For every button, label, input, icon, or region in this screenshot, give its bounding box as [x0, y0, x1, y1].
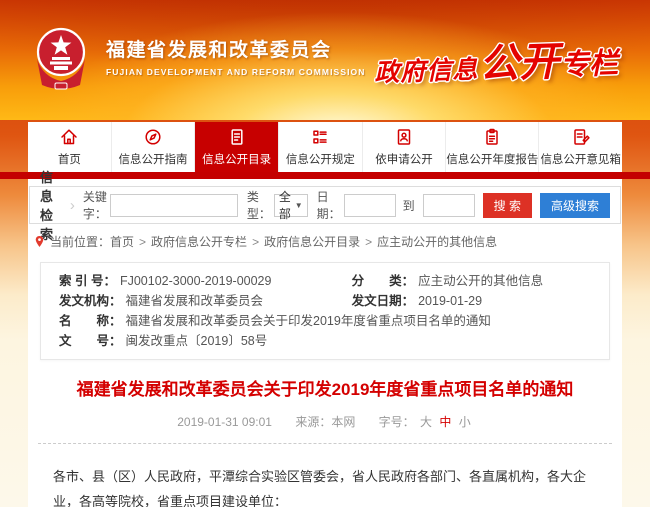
- search-button[interactable]: 搜 索: [483, 193, 532, 218]
- banner-part1: 政府信息: [374, 50, 479, 90]
- doc-name-label: 名 称：: [59, 311, 122, 331]
- nav-item-label: 信息公开规定: [286, 151, 355, 167]
- article-source: 来源：本网: [295, 415, 355, 429]
- banner-part2: 公开: [478, 29, 560, 90]
- type-select-value: 全部: [279, 188, 295, 222]
- breadcrumb-separator: >: [252, 235, 259, 249]
- nav-item-label: 信息公开年度报告: [446, 151, 538, 167]
- breadcrumb-gov-info-column[interactable]: 政府信息公开专栏: [151, 233, 247, 250]
- issue-date-label: 发文日期：: [352, 291, 415, 311]
- breadcrumb-separator: >: [365, 235, 372, 249]
- compass-icon: [143, 127, 163, 147]
- nav-item-label: 依申请公开: [375, 151, 433, 167]
- nav-item-label: 信息公开指南: [119, 151, 188, 167]
- doc-number-value: 闽发改重点〔2019〕58号: [126, 331, 268, 351]
- nav-item-guide[interactable]: 信息公开指南: [112, 122, 196, 172]
- advanced-search-button[interactable]: 高级搜索: [540, 193, 610, 218]
- fontsize-label: 字号：: [379, 415, 415, 429]
- nav-item-label: 信息公开目录: [202, 151, 271, 167]
- nav-item-label: 首页: [58, 151, 81, 167]
- article-meta-line: 2019-01-31 09:01 来源：本网 字号： 大 中 小: [28, 413, 622, 430]
- site-brand: 福建省发展和改革委员会 FUJIAN DEVELOPMENT AND REFOR…: [106, 35, 366, 77]
- meta-row: 发文机构： 福建省发展和改革委员会 发文日期： 2019-01-29: [59, 291, 591, 311]
- date-label: 日期：: [317, 188, 341, 222]
- keyword-label: 关键字：: [83, 188, 107, 222]
- chevron-right-icon: ›: [70, 197, 75, 214]
- home-icon: [59, 127, 79, 147]
- article-body: 各市、县（区）人民政府，平潭综合实验区管委会，省人民政府各部门、各直属机构，各大…: [28, 444, 622, 507]
- fontsize-medium-button[interactable]: 中: [439, 415, 451, 429]
- nav-item-home[interactable]: 首页: [28, 122, 112, 172]
- fontsize-control: 字号： 大 中 小: [379, 415, 473, 429]
- list-icon: [310, 127, 330, 147]
- date-to-input[interactable]: [423, 194, 475, 217]
- breadcrumb-catalog[interactable]: 政府信息公开目录: [264, 233, 360, 250]
- gov-info-disclosure-banner: 政府信息 公开 专栏: [373, 27, 619, 93]
- mailbox-icon: [571, 127, 591, 147]
- index-number-label: 索 引 号：: [59, 271, 116, 291]
- report-icon: [482, 127, 502, 147]
- keyword-input[interactable]: [110, 194, 238, 217]
- breadcrumb-separator: >: [139, 235, 146, 249]
- fontsize-large-button[interactable]: 大: [420, 415, 432, 429]
- meta-row: 名 称： 福建省发展和改革委员会关于印发2019年度省重点项目名单的通知: [59, 311, 591, 331]
- category-value: 应主动公开的其他信息: [418, 271, 543, 291]
- issue-date-value: 2019-01-29: [418, 291, 482, 311]
- article-title: 福建省发展和改革委员会关于印发2019年度省重点项目名单的通知: [28, 375, 622, 400]
- nav-item-apply[interactable]: 依申请公开: [363, 122, 447, 172]
- document-icon: [227, 127, 247, 147]
- nav-item-rules[interactable]: 信息公开规定: [279, 122, 363, 172]
- type-select[interactable]: 全部 ▼: [274, 194, 308, 217]
- index-number-value: FJ00102-3000-2019-00029: [120, 271, 272, 291]
- breadcrumb-home[interactable]: 首页: [110, 233, 134, 250]
- site-title: 福建省发展和改革委员会: [106, 35, 366, 62]
- location-pin-icon: [34, 235, 45, 248]
- publish-time: 2019-01-31 09:01: [177, 415, 272, 429]
- site-header: 福建省发展和改革委员会 FUJIAN DEVELOPMENT AND REFOR…: [0, 0, 650, 120]
- category-label: 分 类：: [352, 271, 415, 291]
- caret-down-icon: ▼: [295, 201, 303, 210]
- doc-name-value: 福建省发展和改革委员会关于印发2019年度省重点项目名单的通知: [126, 311, 491, 331]
- issuing-org-label: 发文机构：: [59, 291, 122, 311]
- article-paragraph: 各市、县（区）人民政府，平潭综合实验区管委会，省人民政府各部门、各直属机构，各大…: [53, 465, 597, 507]
- content-column: 信息检索 › 关键字： 类型： 全部 ▼ 日期： 到 搜 索 高级搜索 当前位置…: [28, 179, 622, 507]
- meta-row: 文 号： 闽发改重点〔2019〕58号: [59, 331, 591, 351]
- red-divider-strip: [0, 172, 650, 179]
- breadcrumb-other-info[interactable]: 应主动公开的其他信息: [377, 233, 497, 250]
- fontsize-small-button[interactable]: 小: [459, 415, 471, 429]
- info-search-bar: 信息检索 › 关键字： 类型： 全部 ▼ 日期： 到 搜 索 高级搜索: [29, 186, 621, 224]
- site-subtitle: FUJIAN DEVELOPMENT AND REFORM COMMISSION: [106, 67, 366, 77]
- document-meta-table: 索 引 号： FJ00102-3000-2019-00029 分 类： 应主动公…: [40, 262, 610, 360]
- date-from-input[interactable]: [344, 194, 396, 217]
- search-section-label: 信息检索: [40, 167, 64, 243]
- nav-item-suggestion-box[interactable]: 信息公开意见箱: [539, 122, 622, 172]
- china-national-emblem-icon: [28, 25, 94, 95]
- meta-row: 索 引 号： FJ00102-3000-2019-00029 分 类： 应主动公…: [59, 271, 591, 291]
- date-to-label: 到: [403, 197, 415, 214]
- nav-item-annual-report[interactable]: 信息公开年度报告: [446, 122, 539, 172]
- type-label: 类型：: [247, 188, 271, 222]
- application-icon: [394, 127, 414, 147]
- nav-item-catalog[interactable]: 信息公开目录: [195, 122, 279, 172]
- main-nav: 首页 信息公开指南 信息公开目录 信息公开规定 依申请公开 信息公开年度报告: [28, 122, 622, 172]
- banner-part3: 专栏: [559, 40, 618, 84]
- breadcrumb-prefix: 当前位置：: [50, 233, 110, 250]
- breadcrumb: 当前位置： 首页 > 政府信息公开专栏 > 政府信息公开目录 > 应主动公开的其…: [28, 224, 622, 257]
- nav-item-label: 信息公开意见箱: [540, 151, 621, 167]
- doc-number-label: 文 号：: [59, 331, 122, 351]
- issuing-org-value: 福建省发展和改革委员会: [126, 291, 264, 311]
